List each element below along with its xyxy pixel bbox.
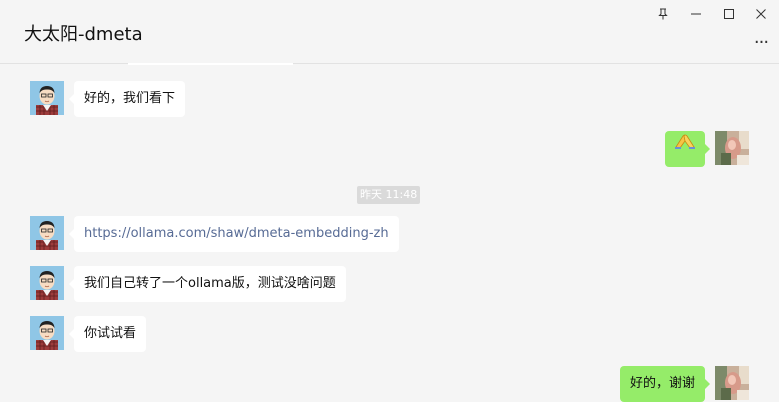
message-link[interactable]: https://ollama.com/shaw/dmeta-embedding-…: [84, 226, 389, 241]
message-bubble[interactable]: 你试试看: [68, 316, 147, 352]
avatar[interactable]: [30, 316, 64, 350]
message-text: 好的，我们看下: [84, 91, 176, 106]
my-avatar[interactable]: [715, 366, 749, 400]
divider: [128, 63, 293, 65]
avatar[interactable]: [30, 266, 64, 300]
message-link-bubble[interactable]: https://ollama.com/shaw/dmeta-embedding-…: [69, 216, 399, 252]
minimize-icon[interactable]: [685, 4, 707, 24]
message-text: 好的，谢谢: [629, 376, 695, 391]
my-avatar[interactable]: [715, 131, 749, 165]
message-text: 你试试看: [84, 326, 137, 341]
chat-window: 大太阳-dmeta ... 好的，我们看下 昨天 11:48 https://o…: [0, 0, 779, 402]
chat-title: 大太阳-dmeta: [24, 24, 143, 45]
praying-hands-icon: [674, 129, 696, 165]
avatar[interactable]: [30, 216, 64, 250]
pin-icon[interactable]: [652, 4, 674, 24]
message-text: 我们自己转了一个ollama版，测试没啥问题: [84, 276, 336, 291]
message-bubble[interactable]: 我们自己转了一个ollama版，测试没啥问题: [69, 266, 346, 302]
timestamp: 昨天 11:48: [357, 186, 421, 204]
avatar[interactable]: [30, 81, 64, 115]
more-icon[interactable]: ...: [751, 29, 771, 47]
message-bubble[interactable]: 好的，谢谢: [619, 366, 711, 402]
close-icon[interactable]: [750, 4, 772, 24]
maximize-icon[interactable]: [718, 4, 740, 24]
message-bubble[interactable]: [665, 129, 710, 167]
chat-header: 大太阳-dmeta ...: [0, 0, 779, 64]
message-bubble[interactable]: 好的，我们看下: [68, 81, 186, 117]
